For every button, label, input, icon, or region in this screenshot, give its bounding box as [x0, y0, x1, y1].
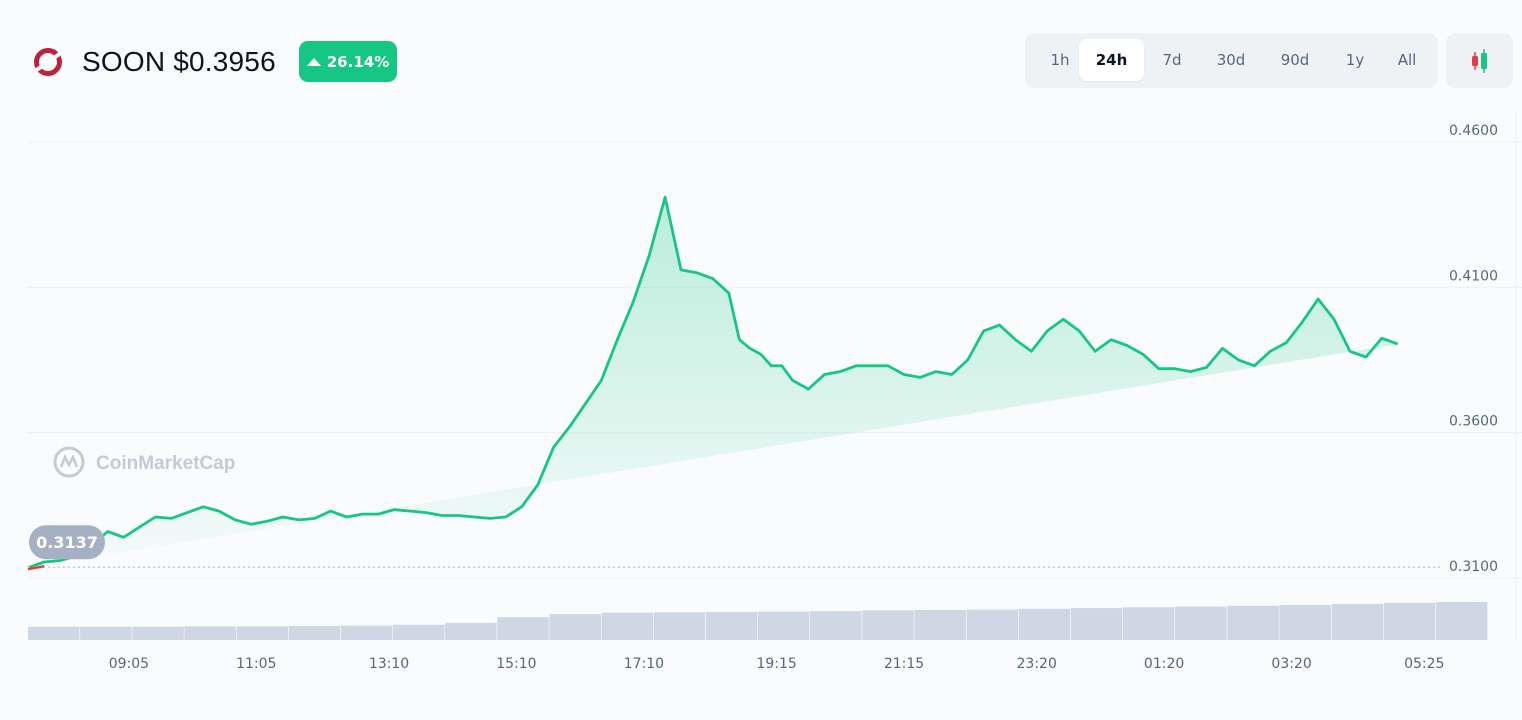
x-tick-label: 19:15 [756, 656, 796, 672]
volume-bar [1018, 608, 1071, 640]
volume-bar [80, 626, 132, 640]
x-tick-label: 05:25 [1404, 656, 1444, 672]
price-chart[interactable]: CoinMarketCap 0.3137 0.46000.41000.36000… [0, 0, 1522, 720]
volume-bar [862, 610, 914, 640]
y-axis: 0.4600 0.4100 0.3600 0.3100 [1449, 123, 1498, 575]
volume-bar [914, 610, 966, 640]
watermark: CoinMarketCap [53, 446, 235, 478]
volume-bar [549, 614, 601, 640]
volume-bar [445, 622, 497, 640]
volume-bar [28, 626, 80, 640]
x-tick-label: 03:20 [1271, 656, 1311, 672]
price-area-fill [28, 197, 1398, 568]
watermark-text: CoinMarketCap [96, 453, 235, 474]
x-axis: 09:05 11:05 13:10 15:10 17:10 19:15 21:15 23:20… [109, 656, 1445, 672]
y-tick-label: 0.3600 [1449, 414, 1498, 430]
volume-bar [1227, 605, 1279, 640]
volume-bar [1383, 602, 1436, 640]
volume-bar [1123, 607, 1175, 640]
volume-bar [1070, 608, 1123, 640]
volume-bar [340, 625, 393, 640]
volume-bar [184, 626, 236, 640]
y-tick-label: 0.4100 [1449, 268, 1498, 284]
volume-bar [601, 612, 654, 640]
x-tick-label: 15:10 [496, 656, 536, 672]
volume-bars [28, 602, 1488, 640]
volume-bar [966, 609, 1019, 640]
volume-bar [236, 626, 289, 640]
y-tick-label: 0.4600 [1449, 123, 1498, 139]
volume-bar [1175, 606, 1227, 640]
volume-bar [497, 617, 549, 640]
coinmarketcap-logo-icon [53, 446, 85, 478]
volume-bar [758, 611, 810, 640]
volume-bar [1331, 603, 1384, 640]
x-tick-label: 13:10 [369, 656, 409, 672]
x-tick-label: 01:20 [1144, 656, 1184, 672]
open-price-value: 0.3137 [36, 533, 98, 552]
x-tick-label: 09:05 [109, 656, 149, 672]
volume-bar [288, 625, 341, 640]
volume-bar [393, 624, 445, 640]
volume-bar [653, 612, 706, 640]
x-tick-label: 17:10 [624, 656, 664, 672]
volume-bar [1279, 605, 1331, 640]
x-tick-label: 21:15 [884, 656, 924, 672]
volume-bar [810, 611, 862, 640]
volume-bar [705, 611, 758, 640]
x-tick-label: 23:20 [1017, 656, 1057, 672]
y-tick-label: 0.3100 [1449, 559, 1498, 575]
open-price-label: 0.3137 [29, 525, 105, 560]
x-tick-label: 11:05 [236, 656, 276, 672]
volume-bar [132, 626, 184, 640]
volume-bar [1435, 602, 1488, 640]
